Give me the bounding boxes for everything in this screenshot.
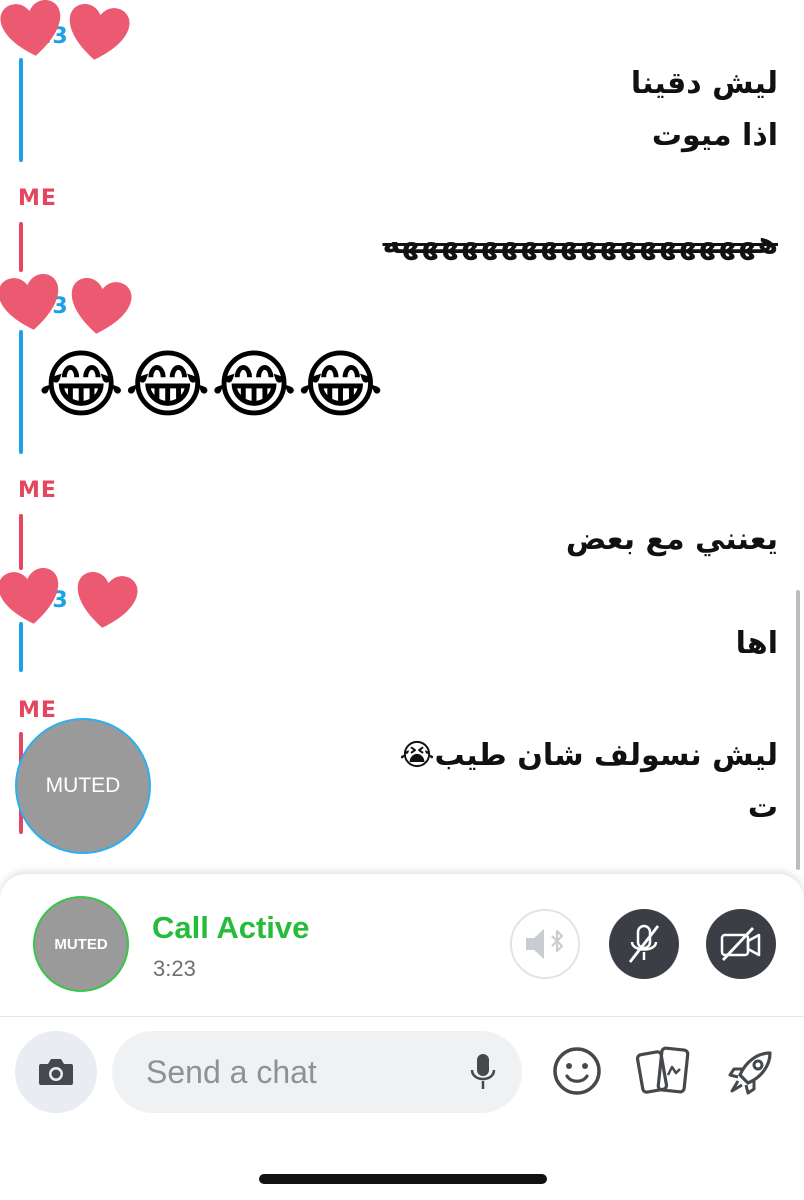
heart-icon bbox=[0, 272, 134, 338]
scrollbar[interactable] bbox=[796, 590, 800, 870]
mute-mic-button[interactable] bbox=[609, 909, 679, 979]
message-text: يعنني مع بعض bbox=[565, 522, 778, 557]
message-bar bbox=[19, 222, 23, 272]
video-button[interactable] bbox=[706, 909, 776, 979]
heart-icon bbox=[0, 566, 140, 632]
camera-button[interactable] bbox=[15, 1031, 97, 1113]
camera-icon bbox=[39, 1059, 73, 1085]
call-avatar[interactable]: MUTED bbox=[33, 896, 129, 992]
message-text: اها bbox=[735, 626, 778, 661]
message-text: ليش دقينا اذا ميوت bbox=[630, 66, 778, 153]
stickers-icon[interactable] bbox=[636, 1045, 692, 1099]
chat-input-container[interactable] bbox=[112, 1031, 522, 1113]
sender-name: ME bbox=[18, 478, 57, 503]
heart-icon bbox=[0, 0, 132, 64]
call-bar: MUTED Call Active 3:23 bbox=[0, 874, 804, 1016]
muted-participant-bubble[interactable]: MUTED bbox=[15, 718, 151, 854]
smiley-icon[interactable] bbox=[551, 1045, 603, 1097]
call-duration: 3:23 bbox=[153, 956, 196, 981]
composer-bar bbox=[0, 1017, 804, 1200]
sender-name: ME bbox=[18, 186, 57, 211]
mic-off-icon bbox=[628, 924, 660, 963]
home-indicator[interactable] bbox=[259, 1174, 547, 1184]
chat-feed[interactable]: A23 ليش دقينا اذا ميوت ME هههههههههههههه… bbox=[0, 0, 804, 880]
chat-input[interactable] bbox=[144, 1049, 448, 1095]
message-text: هههههههههههههههههههه bbox=[382, 226, 778, 261]
mic-icon[interactable] bbox=[468, 1051, 498, 1093]
video-off-icon bbox=[720, 927, 761, 961]
sender-name: ME bbox=[18, 698, 57, 723]
message-emoji: 😂😂😂😂 bbox=[38, 342, 384, 428]
message-text: ليش نسولف شان طيب😭 ت bbox=[399, 738, 778, 825]
rocket-icon[interactable] bbox=[724, 1045, 778, 1099]
speaker-bluetooth-icon bbox=[526, 929, 564, 959]
message-bar bbox=[19, 514, 23, 570]
call-status: Call Active bbox=[152, 910, 310, 945]
speaker-button[interactable] bbox=[510, 909, 580, 979]
